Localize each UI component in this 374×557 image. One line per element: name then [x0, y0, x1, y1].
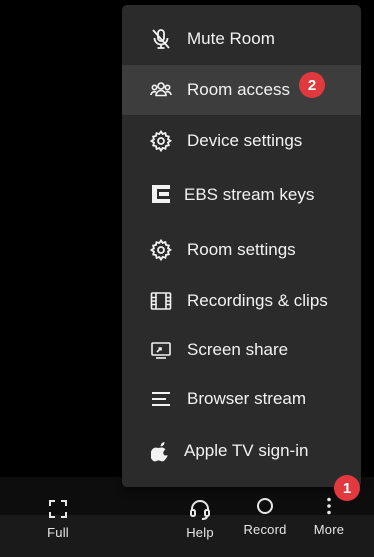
ebs-logo-icon	[150, 184, 172, 206]
record-label: Record	[243, 522, 287, 537]
full-label: Full	[47, 525, 69, 540]
menu-item-label: Room access	[187, 80, 290, 99]
more-label: More	[313, 522, 345, 537]
step-badge-2: 2	[299, 72, 325, 98]
headset-icon	[188, 497, 212, 521]
menu-item-recordings-clips[interactable]: Recordings & clips	[122, 277, 361, 325]
menu-item-label: Mute Room	[187, 29, 275, 48]
menu-item-ebs-stream-keys[interactable]: EBS stream keys	[122, 167, 361, 223]
record-button[interactable]: Record	[240, 494, 290, 537]
gear-icon	[150, 130, 172, 152]
menu-item-label: Device settings	[187, 131, 303, 150]
record-icon	[253, 494, 277, 518]
menu-item-room-access[interactable]: Room access	[122, 65, 361, 115]
menu-item-apple-tv-sign-in[interactable]: Apple TV sign-in	[122, 423, 361, 479]
step-badge-1: 1	[334, 475, 360, 501]
people-icon	[150, 79, 172, 101]
menu-item-label: Apple TV sign-in	[184, 441, 309, 460]
screen-share-icon	[150, 339, 172, 361]
lines-icon	[150, 388, 172, 410]
mic-off-icon	[150, 28, 172, 50]
film-icon	[150, 290, 172, 312]
menu-item-browser-stream[interactable]: Browser stream	[122, 375, 361, 423]
fullscreen-icon	[46, 497, 70, 521]
menu-item-mute-room[interactable]: Mute Room	[122, 13, 361, 65]
more-menu: Mute Room Room access Device settings EB…	[122, 5, 361, 487]
gear-icon	[150, 239, 172, 261]
menu-item-screen-share[interactable]: Screen share	[122, 325, 361, 375]
menu-item-label: Recordings & clips	[187, 291, 328, 310]
menu-item-label: Room settings	[187, 240, 296, 259]
menu-item-room-settings[interactable]: Room settings	[122, 223, 361, 277]
menu-item-label: Screen share	[187, 340, 289, 359]
help-label: Help	[186, 525, 214, 540]
menu-item-label: Browser stream	[187, 389, 307, 408]
menu-item-device-settings[interactable]: Device settings	[122, 115, 361, 167]
help-button[interactable]: Help	[183, 497, 217, 540]
apple-icon	[150, 440, 172, 462]
menu-item-label: EBS stream keys	[184, 185, 315, 204]
full-button[interactable]: Full	[44, 497, 72, 540]
